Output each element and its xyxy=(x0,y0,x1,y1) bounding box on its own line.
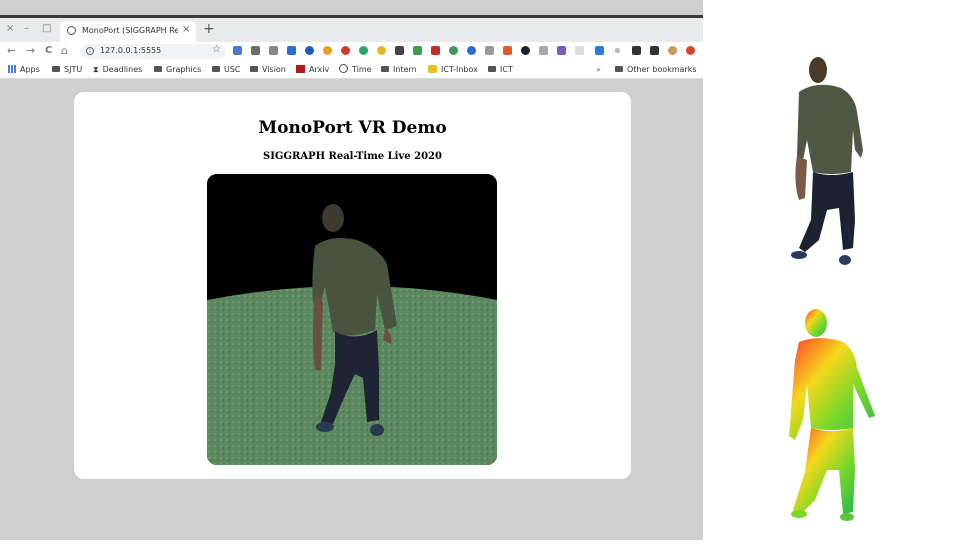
globe-icon xyxy=(339,64,348,73)
extension-icon[interactable] xyxy=(521,46,530,55)
extension-icon[interactable] xyxy=(323,46,332,55)
extension-icon[interactable] xyxy=(359,46,368,55)
bookmark-label: Vision xyxy=(262,65,286,74)
bookmark-label: Graphics xyxy=(166,65,202,74)
url-text[interactable]: 127.0.0.1:5555 xyxy=(100,46,161,55)
hourglass-icon: ⧗ xyxy=(93,65,99,74)
extension-icon[interactable] xyxy=(650,46,659,55)
forward-button[interactable]: → xyxy=(26,44,35,58)
demo-card: MonoPort VR Demo SIGGRAPH Real-Time Live… xyxy=(74,92,631,479)
folder-icon xyxy=(154,66,162,72)
info-icon[interactable]: i xyxy=(86,47,94,55)
apps-grid-icon xyxy=(8,65,16,73)
folder-icon xyxy=(250,66,258,72)
bookmark-time[interactable]: Time xyxy=(339,64,372,75)
folder-icon xyxy=(381,66,389,72)
bookmark-apps[interactable]: Apps xyxy=(8,64,40,75)
extension-icon[interactable] xyxy=(341,46,350,55)
bookmark-label: ICT xyxy=(500,65,513,74)
extension-icon[interactable] xyxy=(575,46,584,55)
extension-icon[interactable] xyxy=(503,46,512,55)
extension-icon[interactable] xyxy=(305,46,314,55)
browser-window: × – □ MonoPort (SIGGRAPH Re... × + ← → C… xyxy=(0,0,703,540)
extension-icon[interactable] xyxy=(686,46,695,55)
browser-toolbar: ← → C ⌂ i 127.0.0.1:5555 ☆ xyxy=(0,42,703,61)
bookmark-label: Time xyxy=(352,65,372,74)
bookmarks-overflow-button[interactable]: » xyxy=(596,64,601,75)
mail-icon xyxy=(428,65,437,73)
extension-icon[interactable] xyxy=(615,48,620,53)
tab-strip: × – □ MonoPort (SIGGRAPH Re... × + xyxy=(0,18,703,42)
active-tab[interactable]: MonoPort (SIGGRAPH Re... × xyxy=(60,21,196,42)
page-title: MonoPort VR Demo xyxy=(258,118,447,138)
extension-icon[interactable] xyxy=(431,46,440,55)
bookmark-label: Deadlines xyxy=(102,65,143,74)
extension-icon[interactable] xyxy=(413,46,422,55)
bookmarks-bar: Apps SJTU ⧗ Deadlines Graphics USC Vision… xyxy=(0,61,703,79)
bookmark-label: ICT-Inbox xyxy=(441,65,478,74)
side-figures xyxy=(789,57,875,521)
reload-button[interactable]: C xyxy=(45,44,52,58)
bookmark-label: Intern xyxy=(393,65,417,74)
window-minimize-button[interactable]: – xyxy=(24,23,29,35)
extension-icon[interactable] xyxy=(233,46,242,55)
bookmark-ict-inbox[interactable]: ICT-Inbox xyxy=(428,64,478,75)
window-close-button[interactable]: × xyxy=(6,23,14,35)
bookmark-label: USC xyxy=(224,65,241,74)
extension-icon[interactable] xyxy=(557,46,566,55)
arxiv-icon xyxy=(296,65,305,73)
folder-icon xyxy=(488,66,496,72)
bookmark-usc[interactable]: USC xyxy=(212,64,241,75)
folder-icon xyxy=(212,66,220,72)
new-tab-button[interactable]: + xyxy=(203,21,215,37)
star-icon[interactable]: ☆ xyxy=(212,44,221,55)
extension-icon[interactable] xyxy=(539,46,548,55)
bookmark-label: SJTU xyxy=(64,65,83,74)
extension-icon[interactable] xyxy=(269,46,278,55)
vr-viewport[interactable] xyxy=(207,174,497,465)
extension-icon[interactable] xyxy=(632,46,641,55)
side-panel xyxy=(703,0,960,540)
tab-title: MonoPort (SIGGRAPH Re... xyxy=(82,26,178,35)
bookmark-arxiv[interactable]: Arxiv xyxy=(296,64,329,75)
normal-map-human-figure xyxy=(789,309,875,521)
bookmark-label: Apps xyxy=(20,65,40,74)
bookmark-intern[interactable]: Intern xyxy=(381,64,417,75)
extension-icon[interactable] xyxy=(287,46,296,55)
tab-close-button[interactable]: × xyxy=(182,24,190,35)
extension-icon[interactable] xyxy=(467,46,476,55)
textured-human-figure xyxy=(791,57,863,265)
address-bar[interactable]: i 127.0.0.1:5555 ☆ xyxy=(80,44,226,59)
window-restore-button[interactable]: □ xyxy=(42,23,51,35)
bookmark-label: Other bookmarks xyxy=(627,65,697,74)
bookmark-label: Arxiv xyxy=(309,65,330,74)
extension-icon[interactable] xyxy=(395,46,404,55)
extension-icon[interactable] xyxy=(485,46,494,55)
extension-icon[interactable] xyxy=(595,46,604,55)
home-button[interactable]: ⌂ xyxy=(61,44,68,58)
bookmark-sjtu[interactable]: SJTU xyxy=(52,64,82,75)
folder-icon xyxy=(52,66,60,72)
folder-icon xyxy=(615,66,623,72)
page-subtitle: SIGGRAPH Real-Time Live 2020 xyxy=(263,151,442,162)
bookmark-deadlines[interactable]: ⧗ Deadlines xyxy=(93,64,142,75)
bookmark-graphics[interactable]: Graphics xyxy=(154,64,201,75)
vr-scene xyxy=(207,174,497,465)
bookmark-vision[interactable]: Vision xyxy=(250,64,286,75)
avatar-icon[interactable] xyxy=(668,46,677,55)
extension-icon[interactable] xyxy=(377,46,386,55)
back-button[interactable]: ← xyxy=(7,44,16,58)
bookmark-other[interactable]: Other bookmarks xyxy=(615,64,697,75)
extension-icon[interactable] xyxy=(449,46,458,55)
extension-icon[interactable] xyxy=(251,46,260,55)
bookmark-ict[interactable]: ICT xyxy=(488,64,513,75)
globe-icon xyxy=(67,26,76,35)
